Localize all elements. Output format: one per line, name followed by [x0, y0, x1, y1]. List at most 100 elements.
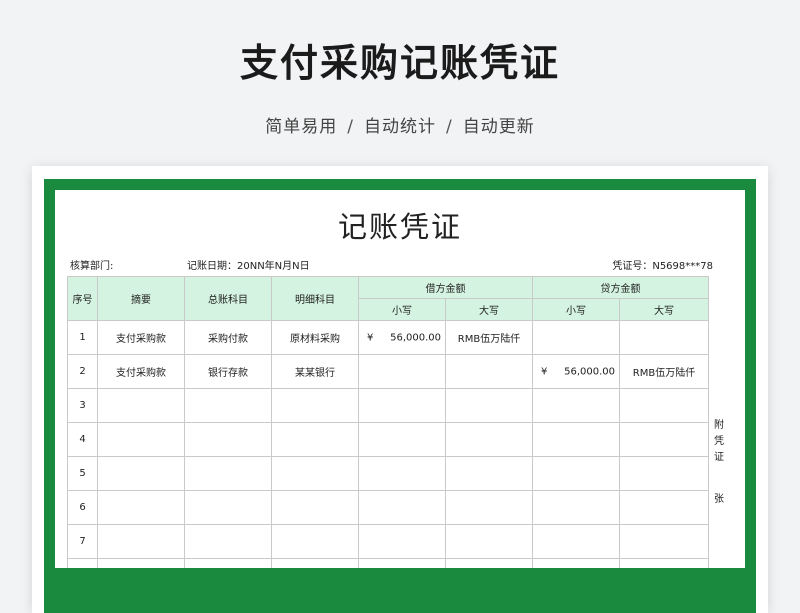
- header-debit-big: 大写: [445, 298, 533, 321]
- table-row: 3: [67, 388, 709, 423]
- cell-debit-small[interactable]: [358, 354, 446, 389]
- cell-debit-big[interactable]: [445, 354, 533, 389]
- cell-seq[interactable]: 2: [67, 354, 98, 389]
- table-row: 7: [67, 524, 709, 559]
- subtitle: 简单易用 / 自动统计 / 自动更新: [0, 112, 800, 137]
- header-general-account: 总账科目: [184, 276, 272, 321]
- cell-general-account[interactable]: [184, 422, 272, 457]
- table-row: 5: [67, 456, 709, 491]
- cell-summary[interactable]: 支付采购款: [97, 354, 185, 389]
- cell-credit-small[interactable]: [532, 558, 620, 568]
- voucher-title: 记账凭证: [337, 210, 462, 244]
- cell-credit-small[interactable]: [532, 320, 620, 355]
- cell-credit-small[interactable]: [532, 422, 620, 457]
- cell-credit-big[interactable]: [619, 422, 709, 457]
- cell-summary[interactable]: [97, 558, 185, 568]
- table-row: [67, 558, 709, 568]
- cell-detail-account[interactable]: [271, 456, 359, 491]
- cell-debit-big[interactable]: [445, 422, 533, 457]
- cell-seq[interactable]: 6: [67, 490, 98, 525]
- cell-credit-small[interactable]: [532, 388, 620, 423]
- cell-summary[interactable]: 支付采购款: [97, 320, 185, 355]
- cell-debit-small[interactable]: [358, 490, 446, 525]
- header-summary: 摘要: [97, 276, 185, 321]
- cell-debit-big[interactable]: [445, 490, 533, 525]
- table-row: 4: [67, 422, 709, 457]
- cell-seq[interactable]: [67, 558, 98, 568]
- subtitle-separator: /: [347, 117, 354, 137]
- cell-credit-big[interactable]: [619, 320, 709, 355]
- cell-general-account[interactable]: [184, 490, 272, 525]
- cell-general-account[interactable]: [184, 524, 272, 559]
- cell-summary[interactable]: [97, 524, 185, 559]
- cell-credit-big[interactable]: [619, 558, 709, 568]
- cell-detail-account[interactable]: [271, 422, 359, 457]
- table-row: 6: [67, 490, 709, 525]
- cell-seq[interactable]: 5: [67, 456, 98, 491]
- table-row: 1 支付采购款 采购付款 原材料采购 ¥56,000.00 RMB伍万陆仟: [67, 320, 709, 355]
- cell-debit-big[interactable]: [445, 524, 533, 559]
- cell-credit-big[interactable]: [619, 456, 709, 491]
- attachment-char: 证: [714, 452, 724, 463]
- cell-detail-account[interactable]: [271, 524, 359, 559]
- cell-general-account[interactable]: 银行存款: [184, 354, 272, 389]
- cell-seq[interactable]: 4: [67, 422, 98, 457]
- cell-debit-small[interactable]: [358, 422, 446, 457]
- cell-debit-small[interactable]: ¥56,000.00: [358, 320, 446, 355]
- subtitle-part: 自动更新: [462, 117, 535, 137]
- cell-debit-small[interactable]: [358, 388, 446, 423]
- attachment-char: 凭: [714, 436, 724, 447]
- cell-detail-account[interactable]: [271, 388, 359, 423]
- cell-debit-small[interactable]: [358, 456, 446, 491]
- page-title: 支付采购记账凭证: [239, 41, 560, 85]
- header-debit-small: 小写: [358, 298, 446, 321]
- amount-value: 56,000.00: [564, 366, 615, 377]
- cell-general-account[interactable]: 采购付款: [184, 320, 272, 355]
- table-row: 2 支付采购款 银行存款 某某银行 ¥56,000.00 RMB伍万陆仟: [67, 354, 709, 389]
- cell-debit-big[interactable]: RMB伍万陆仟: [445, 320, 533, 355]
- cell-credit-small[interactable]: [532, 524, 620, 559]
- cell-debit-big[interactable]: [445, 388, 533, 423]
- cell-debit-big[interactable]: [445, 558, 533, 568]
- cell-general-account[interactable]: [184, 558, 272, 568]
- cell-summary[interactable]: [97, 490, 185, 525]
- attachment-char: 张: [714, 494, 724, 505]
- cell-general-account[interactable]: [184, 388, 272, 423]
- cell-summary[interactable]: [97, 422, 185, 457]
- cell-credit-big[interactable]: [619, 490, 709, 525]
- cell-summary[interactable]: [97, 456, 185, 491]
- header-credit-small: 小写: [532, 298, 620, 321]
- cell-debit-small[interactable]: [358, 524, 446, 559]
- voucher-sheet: 记账凭证 核算部门: 记账日期：20NN年N月N日 凭证号：N5698***78…: [55, 190, 745, 568]
- header-credit: 贷方金额: [532, 276, 709, 299]
- voucher-number-label: 凭证号：N5698***78: [612, 261, 713, 272]
- cell-summary[interactable]: [97, 388, 185, 423]
- cell-debit-big[interactable]: [445, 456, 533, 491]
- header-detail-account: 明细科目: [271, 276, 359, 321]
- cell-credit-small[interactable]: [532, 456, 620, 491]
- yen-sign: ¥: [367, 332, 374, 343]
- cell-detail-account[interactable]: [271, 558, 359, 568]
- subtitle-separator: /: [446, 117, 453, 137]
- cell-credit-big[interactable]: RMB伍万陆仟: [619, 354, 709, 389]
- cell-credit-big[interactable]: [619, 388, 709, 423]
- cell-detail-account[interactable]: 原材料采购: [271, 320, 359, 355]
- yen-sign: ¥: [541, 366, 548, 377]
- subtitle-part: 简单易用: [265, 117, 338, 137]
- header-seq: 序号: [67, 276, 98, 321]
- cell-detail-account[interactable]: 某某银行: [271, 354, 359, 389]
- header-credit-big: 大写: [619, 298, 709, 321]
- cell-credit-small[interactable]: ¥56,000.00: [532, 354, 620, 389]
- cell-general-account[interactable]: [184, 456, 272, 491]
- cell-credit-big[interactable]: [619, 524, 709, 559]
- amount-value: 56,000.00: [390, 332, 441, 343]
- cell-seq[interactable]: 7: [67, 524, 98, 559]
- cell-detail-account[interactable]: [271, 490, 359, 525]
- cell-debit-small[interactable]: [358, 558, 446, 568]
- date-label: 记账日期：20NN年N月N日: [187, 261, 310, 272]
- dept-label: 核算部门:: [70, 261, 114, 272]
- cell-seq[interactable]: 3: [67, 388, 98, 423]
- cell-credit-small[interactable]: [532, 490, 620, 525]
- cell-seq[interactable]: 1: [67, 320, 98, 355]
- voucher-table: 序号 摘要 总账科目 明细科目 借方金额 贷方金额 小写 大写 小写 大写 1支…: [67, 276, 709, 568]
